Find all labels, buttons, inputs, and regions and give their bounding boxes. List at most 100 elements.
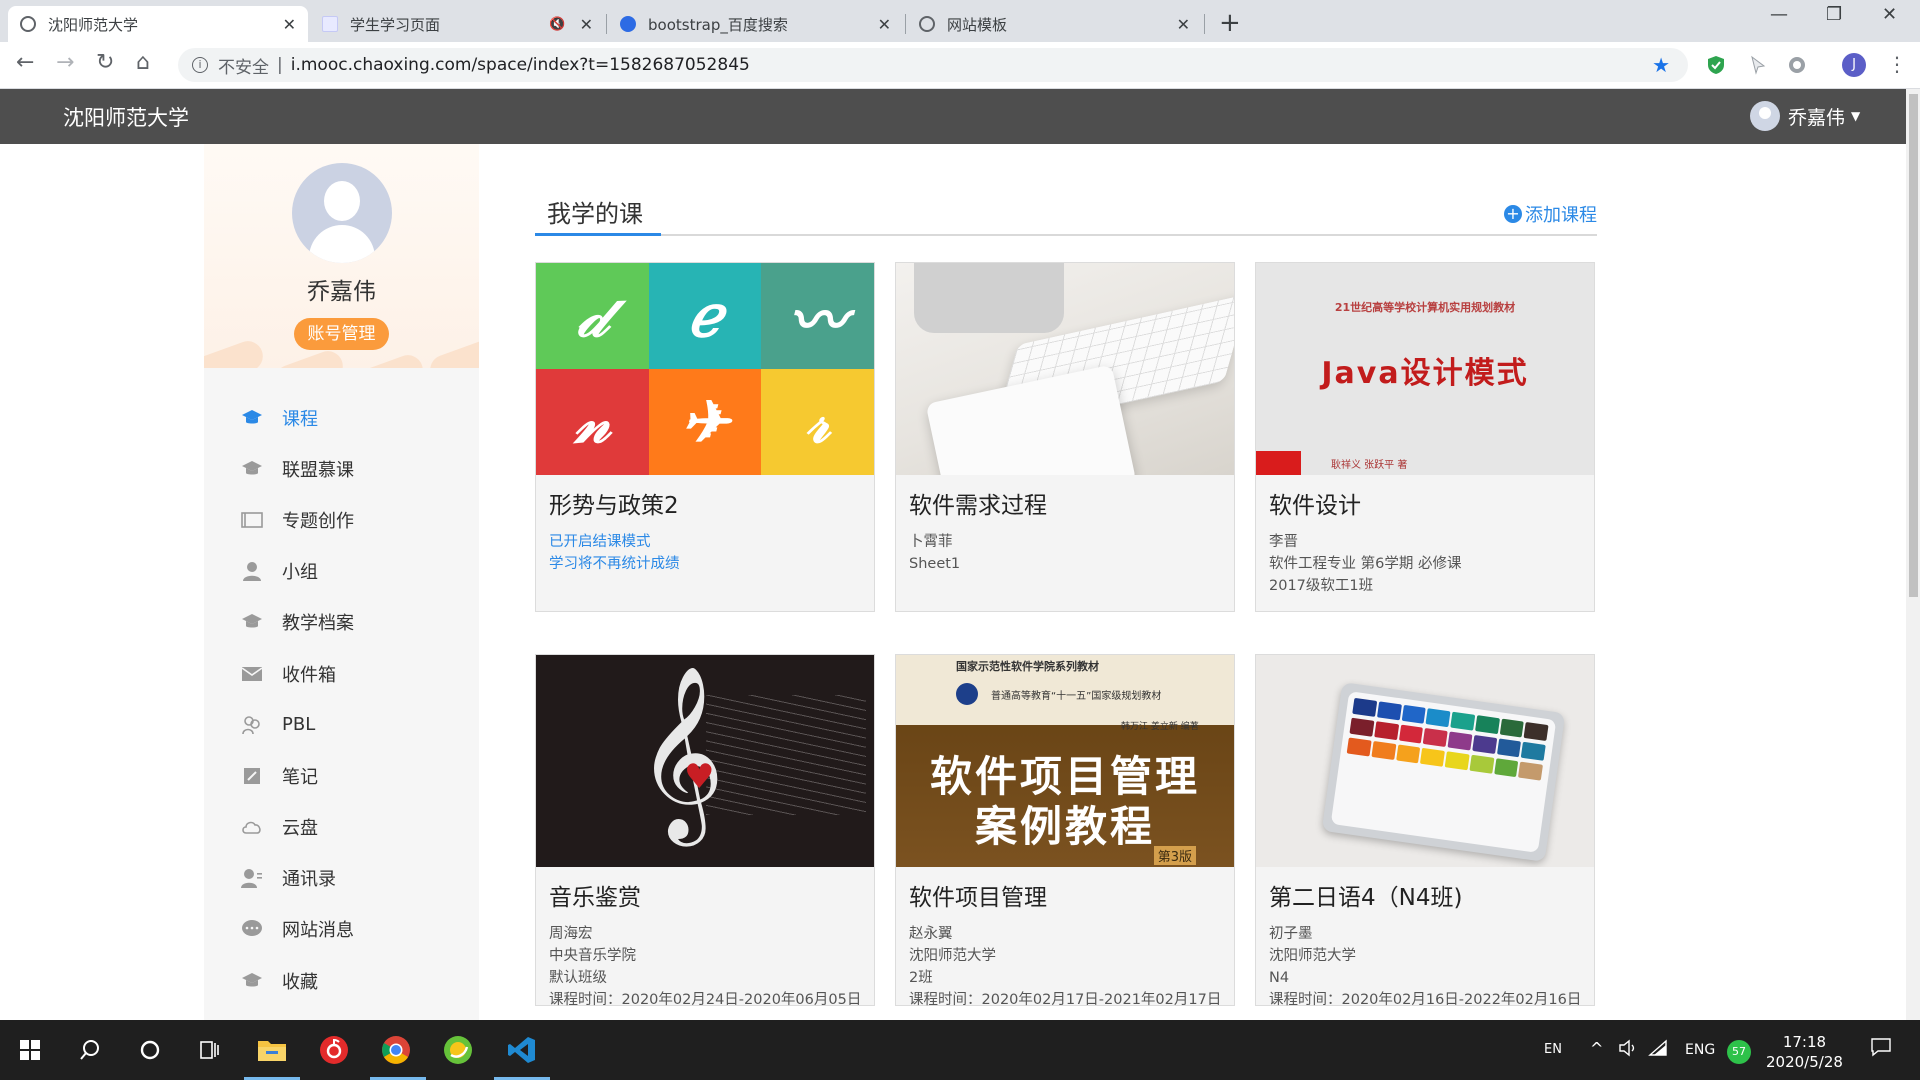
course-class: 2班 bbox=[909, 970, 933, 986]
windows-start-icon[interactable] bbox=[12, 1032, 48, 1068]
add-course-button[interactable]: + 添加课程 bbox=[1504, 201, 1597, 227]
shield-extension-icon[interactable] bbox=[1705, 54, 1727, 76]
course-title[interactable]: 第二日语4（N4班) bbox=[1269, 878, 1462, 912]
sidebar-item-courses[interactable]: 课程 bbox=[204, 392, 479, 443]
address-bar[interactable]: i 不安全 | i.mooc.chaoxing.com/space/index?… bbox=[178, 48, 1688, 82]
course-title[interactable]: 形势与政策2 bbox=[549, 486, 679, 520]
sidebar-item-groups[interactable]: 小组 bbox=[204, 546, 479, 597]
chrome-icon[interactable] bbox=[378, 1032, 414, 1068]
course-title[interactable]: 软件项目管理 bbox=[909, 878, 1047, 912]
profile-card: 乔嘉伟 账号管理 bbox=[204, 144, 479, 368]
course-card[interactable]: 第二日语4（N4班) 初子墨 沈阳师范大学 N4 课程时间：2020年02月16… bbox=[1255, 654, 1595, 1008]
profile-avatar[interactable]: J bbox=[1842, 53, 1866, 77]
sidebar-item-label: 小组 bbox=[282, 562, 318, 584]
maximize-button[interactable]: ❐ bbox=[1826, 4, 1842, 25]
tab-bootstrap-baidu[interactable]: bootstrap_百度搜索 ✕ bbox=[608, 6, 903, 42]
book-authors: 韩万江 姜立新 编著 bbox=[1121, 722, 1199, 732]
info-icon[interactable]: i bbox=[192, 57, 208, 73]
sidebar-item-teaching-archive[interactable]: 教学档案 bbox=[204, 597, 479, 648]
site-name[interactable]: 沈阳师范大学 bbox=[63, 102, 189, 132]
language-indicator[interactable]: ENG bbox=[1685, 1042, 1715, 1058]
logo-tile: ℯ bbox=[648, 263, 762, 369]
sidebar-item-label: 收件箱 bbox=[282, 664, 336, 686]
chevron-down-icon: ▼ bbox=[1851, 109, 1861, 123]
browser-menu-icon[interactable]: ⋮ bbox=[1887, 52, 1907, 76]
account-management-button[interactable]: 账号管理 bbox=[294, 318, 389, 350]
close-tab-icon[interactable]: ✕ bbox=[580, 15, 593, 34]
logo-tile: 𝓇 bbox=[761, 369, 874, 475]
close-tab-icon[interactable]: ✕ bbox=[283, 15, 296, 34]
sidebar-item-pbl[interactable]: PBL bbox=[204, 699, 479, 750]
course-cover-image[interactable] bbox=[896, 263, 1234, 475]
ime-indicator[interactable]: EN bbox=[1544, 1042, 1562, 1057]
sidebar-item-topic-creation[interactable]: 专题创作 bbox=[204, 494, 479, 545]
vscode-icon[interactable] bbox=[504, 1032, 540, 1068]
course-cover-image[interactable]: 国家示范性软件学院系列教材 普通高等教育“十一五”国家级规划教材 韩万江 姜立新… bbox=[896, 655, 1234, 867]
course-title[interactable]: 软件需求过程 bbox=[909, 486, 1047, 520]
file-explorer-icon[interactable] bbox=[254, 1032, 290, 1068]
sidebar-item-inbox[interactable]: 收件箱 bbox=[204, 648, 479, 699]
clock-date: 2020/5/28 bbox=[1766, 1053, 1843, 1071]
sidebar-item-alliance-mooc[interactable]: 联盟慕课 bbox=[204, 443, 479, 494]
course-teacher: 赵永翼 bbox=[909, 926, 953, 942]
course-title[interactable]: 音乐鉴赏 bbox=[549, 878, 641, 912]
cortana-icon[interactable] bbox=[132, 1032, 168, 1068]
sidebar-item-label: 云盘 bbox=[282, 818, 318, 840]
close-window-button[interactable]: ✕ bbox=[1882, 4, 1897, 25]
tab-separator bbox=[606, 14, 607, 34]
forward-icon[interactable]: → bbox=[56, 50, 74, 75]
tab-website-template[interactable]: 网站模板 ✕ bbox=[907, 6, 1202, 42]
back-icon[interactable]: ← bbox=[16, 50, 34, 75]
chevron-up-icon[interactable]: ^ bbox=[1590, 1039, 1603, 1058]
course-cover-image[interactable]: 𝒹 ℯ 〰 𝓃 ✈ 𝓇 bbox=[536, 263, 874, 475]
task-view-icon[interactable] bbox=[192, 1032, 228, 1068]
course-cover-image[interactable]: 21世纪高等学校计算机实用规划教材 Java设计模式 耿祥义 张跃平 著 bbox=[1256, 263, 1594, 475]
volume-icon[interactable] bbox=[1618, 1038, 1638, 1062]
user-menu-name: 乔嘉伟 bbox=[1788, 106, 1846, 129]
avatar bbox=[1750, 101, 1780, 131]
tab-shenyang-normal-university[interactable]: 沈阳师范大学 ✕ bbox=[8, 6, 308, 42]
decoration bbox=[270, 346, 348, 368]
home-icon[interactable]: ⌂ bbox=[136, 50, 150, 75]
netease-music-icon[interactable] bbox=[316, 1032, 352, 1068]
taskbar: EN ^ ENG 57 17:18 2020/5/28 bbox=[0, 1020, 1920, 1080]
sidebar-item-favorites[interactable]: 收藏 bbox=[204, 955, 479, 1006]
muted-speaker-icon[interactable]: 🔇 bbox=[549, 17, 565, 32]
sidebar-item-notes[interactable]: 笔记 bbox=[204, 750, 479, 801]
sidebar-item-site-messages[interactable]: 网站消息 bbox=[204, 904, 479, 955]
course-card[interactable]: 软件需求过程 卜霄菲 Sheet1 bbox=[895, 262, 1235, 612]
bookmark-star-icon[interactable]: ★ bbox=[1652, 53, 1670, 77]
circle-extension-icon[interactable] bbox=[1786, 54, 1808, 76]
sidebar-item-label: 收藏 bbox=[282, 971, 318, 993]
user-avatar[interactable] bbox=[292, 163, 392, 263]
course-title[interactable]: 软件设计 bbox=[1269, 486, 1361, 520]
insecure-label: 不安全 bbox=[218, 57, 269, 78]
course-cover-image[interactable] bbox=[1256, 655, 1594, 867]
battery-badge[interactable]: 57 bbox=[1727, 1040, 1751, 1064]
close-tab-icon[interactable]: ✕ bbox=[878, 15, 891, 34]
course-card[interactable]: 21世纪高等学校计算机实用规划教材 Java设计模式 耿祥义 张跃平 著 软件设… bbox=[1255, 262, 1595, 612]
sidebar-item-cloud-drive[interactable]: 云盘 bbox=[204, 802, 479, 853]
page-scrollbar[interactable] bbox=[1906, 89, 1920, 1020]
reload-icon[interactable]: ↻ bbox=[96, 50, 114, 75]
user-menu[interactable]: 乔嘉伟 ▼ bbox=[1750, 101, 1860, 131]
system-clock[interactable]: 17:18 2020/5/28 bbox=[1766, 1032, 1843, 1072]
new-tab-button[interactable]: + bbox=[1219, 8, 1241, 38]
close-tab-icon[interactable]: ✕ bbox=[1177, 15, 1190, 34]
minimize-button[interactable]: — bbox=[1770, 4, 1788, 25]
tab-student-study-page[interactable]: 学生学习页面 🔇 ✕ bbox=[310, 6, 605, 42]
course-card[interactable]: 𝒹 ℯ 〰 𝓃 ✈ 𝓇 形势与政策2 已开启结课模式 学习将不再统计成绩 bbox=[535, 262, 875, 612]
360-browser-icon[interactable] bbox=[440, 1032, 476, 1068]
tab-title: bootstrap_百度搜索 bbox=[648, 15, 788, 34]
sidebar-item-contacts[interactable]: 通讯录 bbox=[204, 853, 479, 904]
course-cover-image[interactable]: 𝄞 ♥ bbox=[536, 655, 874, 867]
person-icon bbox=[240, 560, 264, 582]
course-card[interactable]: 𝄞 ♥ 音乐鉴赏 周海宏 中央音乐学院 默认班级 课程时间：2020年02月24… bbox=[535, 654, 875, 1008]
course-card[interactable]: 国家示范性软件学院系列教材 普通高等教育“十一五”国家级规划教材 韩万江 姜立新… bbox=[895, 654, 1235, 1008]
course-meta: 李晋 软件工程专业 第6学期 必修课 2017级软工1班 bbox=[1269, 531, 1461, 597]
wifi-icon[interactable] bbox=[1648, 1038, 1668, 1062]
search-icon[interactable] bbox=[72, 1032, 108, 1068]
notification-icon[interactable] bbox=[1870, 1036, 1892, 1062]
cursor-extension-icon[interactable] bbox=[1747, 54, 1769, 76]
scrollbar-thumb[interactable] bbox=[1909, 94, 1918, 597]
